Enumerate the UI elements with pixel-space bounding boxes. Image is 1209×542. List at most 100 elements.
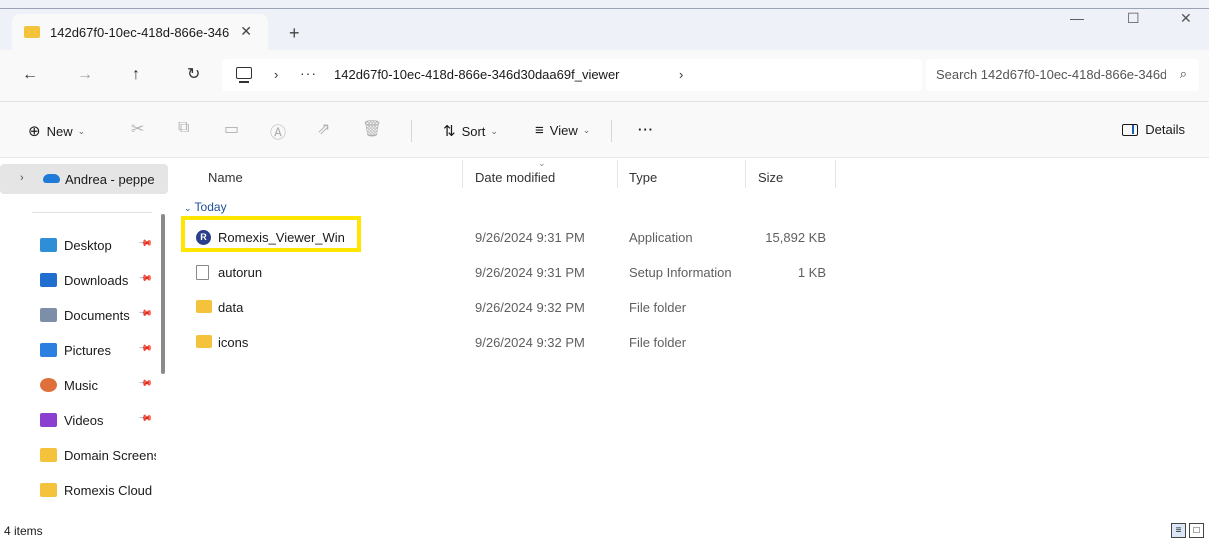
file-explorer-window: 142d67f0-10ec-418d-866e-346 ✕ + — ☐ ✕ ← … [0, 0, 1209, 542]
sidebar-item-domain-screens[interactable]: Domain Screens [0, 440, 160, 472]
group-header-today[interactable]: ⌄ Today [184, 200, 227, 214]
sidebar-item-desktop[interactable]: Desktop 📌 [0, 230, 160, 262]
paste-icon[interactable]: ▭ [224, 119, 239, 139]
tab-current-folder[interactable]: 142d67f0-10ec-418d-866e-346 ✕ [12, 14, 268, 50]
sidebar-item-documents[interactable]: Documents 📌 [0, 300, 160, 332]
view-icon: ≡ [535, 122, 544, 139]
breadcrumb-overflow-button[interactable]: ··· [300, 65, 317, 81]
maximize-button[interactable]: ☐ [1127, 10, 1140, 27]
folder-icon [196, 300, 212, 313]
toolbar-divider [411, 120, 412, 142]
navigation-pane: › Andrea - peppe Desktop 📌 Downloads 📌 Docum… [0, 158, 170, 520]
sidebar-item-onedrive[interactable]: › Andrea - peppe [0, 164, 168, 194]
sort-button[interactable]: ⇅ Sort ⌄ [443, 122, 498, 140]
address-row: ← → ↑ ↻ › ··· 142d67f0-10ec-418d-866e-34… [0, 50, 1209, 102]
column-header-name[interactable]: Name [208, 170, 243, 185]
file-type: Application [629, 230, 693, 245]
file-date-modified: 9/26/2024 9:32 PM [475, 300, 585, 315]
sort-indicator-icon: ⌄ [538, 158, 546, 168]
tiles-view-icon[interactable]: □ [1189, 523, 1204, 538]
setup-file-icon [196, 265, 209, 280]
tab-close-icon[interactable]: ✕ [240, 23, 252, 40]
pictures-icon [40, 343, 57, 357]
new-button-label: New [46, 123, 73, 139]
search-input[interactable]: Search 142d67f0-10ec-418d-866e-346d30daa… [936, 67, 1166, 82]
chevron-down-icon: ⌄ [77, 125, 86, 136]
breadcrumb-chevron-icon[interactable]: › [274, 67, 278, 82]
file-name: autorun [218, 265, 263, 280]
sidebar-item-videos[interactable]: Videos 📌 [0, 405, 160, 437]
plus-circle-icon: ⊕ [28, 123, 41, 140]
download-icon [40, 273, 57, 287]
expand-chevron-icon[interactable]: › [20, 172, 24, 184]
forward-button[interactable]: → [77, 67, 93, 83]
column-divider[interactable] [462, 160, 463, 188]
file-row[interactable]: data 9/26/2024 9:32 PM File folder [184, 290, 1204, 324]
column-divider[interactable] [835, 160, 836, 188]
breadcrumb-end-chevron-icon[interactable]: › [679, 67, 683, 82]
view-button[interactable]: ≡ View ⌄ [535, 122, 590, 139]
sidebar-item-music[interactable]: Music 📌 [0, 370, 160, 402]
sidebar-item-label: Romexis Cloud [64, 483, 153, 498]
this-pc-icon[interactable] [236, 67, 252, 83]
item-count: 4 items [4, 524, 43, 538]
file-date-modified: 9/26/2024 9:32 PM [475, 335, 585, 350]
sidebar-divider [32, 212, 152, 213]
file-size: 15,892 KB [765, 230, 826, 245]
file-row[interactable]: icons 9/26/2024 9:32 PM File folder [184, 325, 1204, 359]
music-icon [40, 378, 57, 392]
onedrive-cloud-icon [43, 174, 60, 183]
toolbar-divider [611, 120, 612, 142]
rename-icon[interactable]: Ⓐ [270, 119, 286, 143]
search-box[interactable]: Search 142d67f0-10ec-418d-866e-346d30daa… [926, 59, 1199, 91]
sidebar-scrollbar[interactable] [161, 214, 165, 374]
status-bar: 4 items ≡ □ [0, 520, 1209, 542]
sidebar-item-downloads[interactable]: Downloads 📌 [0, 265, 160, 297]
column-header-type[interactable]: Type [629, 170, 657, 185]
file-name: data [218, 300, 244, 315]
file-size: 1 KB [797, 265, 826, 280]
search-icon[interactable]: ⌕ [1180, 66, 1187, 82]
new-button[interactable]: ⊕ New ⌄ [28, 122, 85, 140]
file-type: File folder [629, 300, 687, 315]
file-date-modified: 9/26/2024 9:31 PM [475, 265, 585, 280]
column-header-date-modified[interactable]: Date modified [475, 170, 555, 185]
new-tab-button[interactable]: + [289, 24, 300, 42]
up-button[interactable]: ↑ [132, 67, 140, 83]
folder-icon [40, 448, 57, 462]
sort-button-label: Sort [461, 123, 486, 139]
address-bar[interactable]: › ··· 142d67f0-10ec-418d-866e-346d30daa6… [222, 59, 922, 91]
command-bar: ⊕ New ⌄ ✂ ⧉ ▭ Ⓐ ⇗ 🗑 ⇅ Sort ⌄ ≡ View ⌄ ··… [0, 102, 1209, 158]
highlight-annotation-box [181, 216, 361, 252]
folder-icon [40, 483, 57, 497]
minimize-button[interactable]: — [1070, 10, 1084, 26]
column-divider[interactable] [617, 160, 618, 188]
column-divider[interactable] [745, 160, 746, 188]
cut-icon[interactable]: ✂ [131, 119, 144, 139]
group-label: Today [194, 200, 227, 214]
file-row[interactable]: autorun 9/26/2024 9:31 PM Setup Informatio… [184, 255, 1204, 289]
sort-icon: ⇅ [443, 123, 456, 140]
sidebar-item-pictures[interactable]: Pictures 📌 [0, 335, 160, 367]
share-icon[interactable]: ⇗ [317, 119, 330, 139]
refresh-button[interactable]: ↻ [187, 67, 200, 83]
chevron-down-icon: ⌄ [490, 125, 498, 136]
file-type: File folder [629, 335, 687, 350]
title-bar-divider [0, 8, 1209, 9]
close-window-button[interactable]: ✕ [1180, 10, 1192, 27]
delete-icon[interactable]: 🗑 [362, 119, 382, 139]
copy-icon[interactable]: ⧉ [178, 119, 189, 137]
breadcrumb-current-folder[interactable]: 142d67f0-10ec-418d-866e-346d30daa69f_vie… [334, 67, 620, 82]
column-header-size[interactable]: Size [758, 170, 783, 185]
sidebar-item-romexis-cloud[interactable]: Romexis Cloud [0, 475, 160, 507]
collapse-chevron-icon: ⌄ [184, 203, 192, 213]
details-label: Details [1145, 122, 1185, 137]
folder-icon [24, 26, 40, 38]
details-pane-icon [1122, 123, 1139, 136]
details-pane-button[interactable]: Details [1122, 122, 1185, 137]
back-button[interactable]: ← [22, 67, 38, 83]
see-more-button[interactable]: ··· [638, 122, 654, 137]
documents-icon [40, 308, 57, 322]
details-view-icon[interactable]: ≡ [1171, 523, 1186, 538]
file-list: Name ⌄ Date modified Type Size ⌄ Today RR… [170, 158, 1209, 520]
